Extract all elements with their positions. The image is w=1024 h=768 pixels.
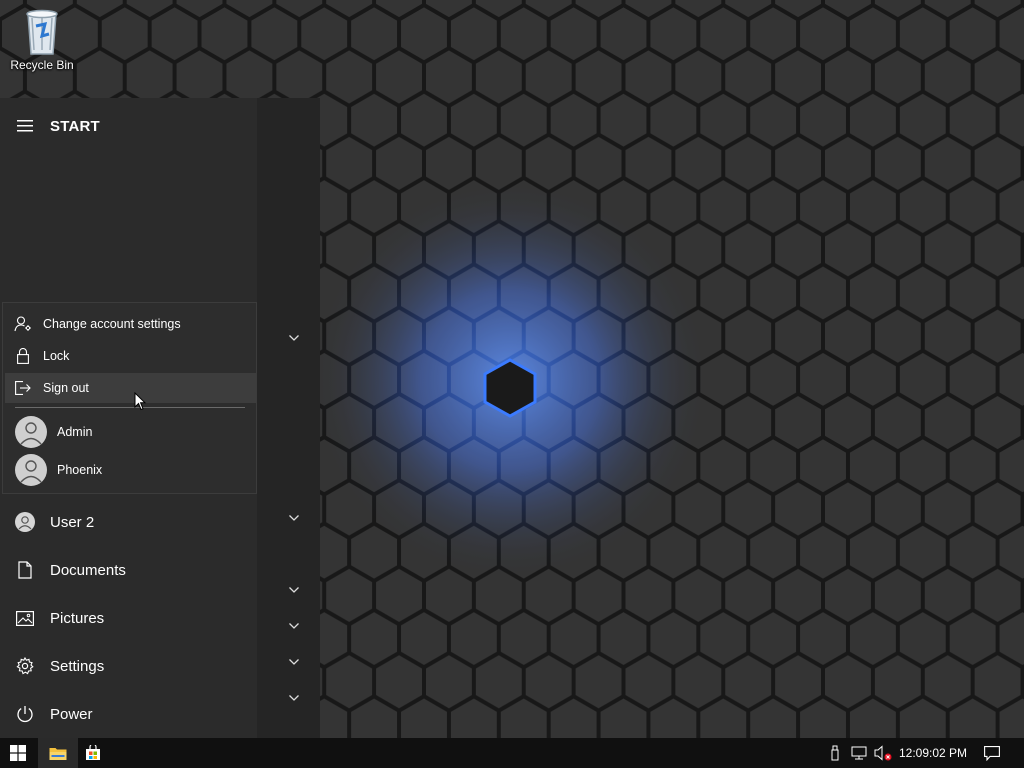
store-button[interactable] — [78, 738, 108, 768]
usb-drive-icon — [831, 745, 839, 761]
expand-group-button[interactable] — [284, 330, 304, 346]
hamburger-icon — [17, 120, 33, 132]
nav-item-pictures[interactable]: Pictures — [0, 594, 257, 642]
network-icon — [851, 746, 867, 760]
user-name: Admin — [57, 425, 93, 439]
change-account-settings-button[interactable]: Change account settings — [3, 309, 256, 339]
nav-item-documents[interactable]: Documents — [0, 546, 257, 594]
volume-muted-icon — [874, 745, 892, 761]
expand-group-button[interactable] — [284, 690, 304, 706]
flyout-item-label: Sign out — [43, 381, 89, 395]
nav-item-label: Power — [50, 705, 93, 723]
desktop-icon-recycle-bin[interactable]: Recycle Bin — [6, 4, 78, 72]
start-tiles-area — [257, 98, 320, 738]
action-center-button[interactable] — [978, 738, 1006, 768]
chevron-down-icon — [289, 623, 299, 629]
chevron-down-icon — [289, 335, 299, 341]
start-button[interactable] — [0, 738, 36, 768]
taskbar-clock[interactable]: 12:09:02 PM — [896, 738, 970, 768]
nav-item-settings[interactable]: Settings — [0, 642, 257, 690]
user-name: Phoenix — [57, 463, 103, 477]
account-flyout: Change account settings Lock Sign out Ad… — [2, 302, 257, 494]
file-explorer-button[interactable] — [38, 738, 78, 768]
nav-item-label: User 2 — [50, 513, 95, 531]
nav-item-label: Pictures — [50, 609, 105, 627]
nav-item-power[interactable]: Power — [0, 690, 257, 738]
lock-icon — [17, 348, 29, 364]
expand-group-button[interactable] — [284, 510, 304, 526]
start-header: START — [0, 98, 257, 154]
nav-item-label: Settings — [50, 657, 105, 675]
gear-icon — [16, 657, 34, 675]
recycle-bin-icon — [26, 9, 58, 55]
document-icon — [18, 561, 32, 579]
account-settings-icon — [14, 316, 31, 332]
flyout-item-label: Change account settings — [43, 317, 181, 331]
flyout-separator — [15, 407, 245, 408]
folder-icon — [49, 747, 67, 760]
nav-item-label: Documents — [50, 561, 126, 579]
pictures-icon — [16, 610, 34, 626]
start-title: START — [50, 117, 100, 135]
expand-group-button[interactable] — [284, 654, 304, 670]
chevron-down-icon — [289, 659, 299, 665]
hamburger-menu-button[interactable] — [0, 98, 50, 154]
tray-usb-button[interactable] — [826, 738, 844, 768]
mouse-cursor-icon — [134, 392, 146, 411]
sign-out-icon — [15, 381, 31, 395]
user-avatar-icon — [15, 454, 47, 486]
user-avatar-icon — [15, 512, 35, 532]
chevron-down-icon — [289, 515, 299, 521]
store-bag-icon — [86, 745, 100, 760]
windows-logo-icon — [10, 745, 26, 761]
switch-user-admin[interactable]: Admin — [3, 413, 256, 451]
tray-volume-button[interactable] — [872, 738, 894, 768]
chevron-down-icon — [289, 695, 299, 701]
lock-button[interactable]: Lock — [3, 341, 256, 371]
flyout-item-label: Lock — [43, 349, 70, 363]
desktop-icon-label: Recycle Bin — [10, 58, 74, 72]
sign-out-button[interactable]: Sign out — [5, 373, 256, 403]
expand-group-button[interactable] — [284, 618, 304, 634]
taskbar: 12:09:02 PM — [0, 738, 1024, 768]
nav-item-user[interactable]: User 2 — [0, 498, 257, 546]
switch-user-phoenix[interactable]: Phoenix — [3, 451, 256, 489]
user-avatar-icon — [15, 416, 47, 448]
action-center-icon — [984, 745, 1000, 761]
tray-network-button[interactable] — [848, 738, 870, 768]
expand-group-button[interactable] — [284, 582, 304, 598]
chevron-down-icon — [289, 587, 299, 593]
power-icon — [17, 706, 33, 723]
